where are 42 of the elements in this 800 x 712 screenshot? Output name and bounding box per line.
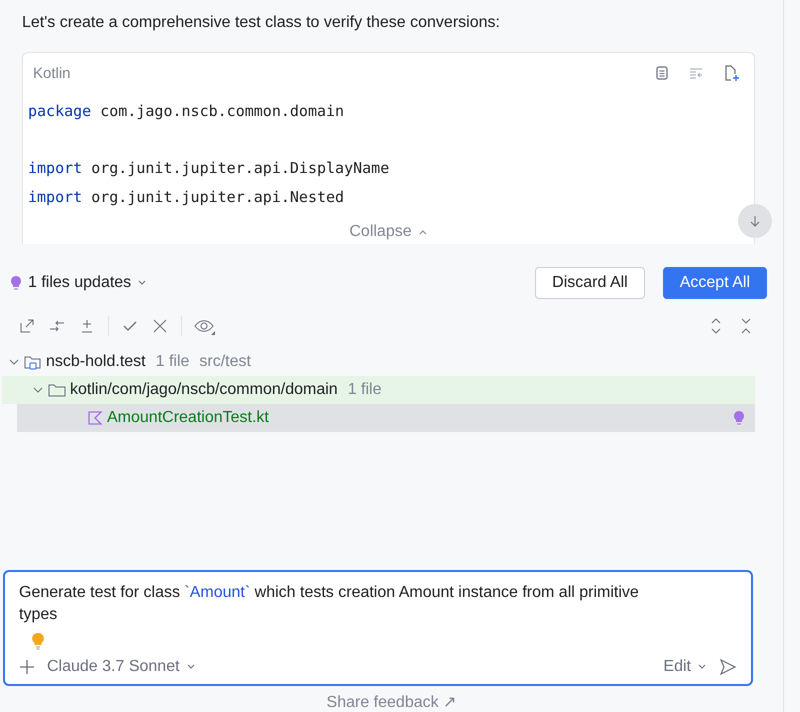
file-count: 1 file (348, 381, 382, 399)
close-icon[interactable] (151, 317, 169, 335)
add-icon[interactable] (19, 659, 35, 675)
tree-row[interactable]: kotlin/com/jago/nscb/common/domain 1 file (2, 376, 755, 404)
code-language: Kotlin (33, 64, 71, 82)
copy-icon[interactable] (654, 65, 670, 81)
model-selector[interactable]: Claude 3.7 Sonnet (47, 658, 196, 676)
tree-item-name: AmountCreationTest.kt (107, 409, 269, 427)
arrow-down-icon (748, 214, 762, 228)
caret-down-icon (137, 279, 148, 287)
caret-up-icon (418, 228, 428, 236)
code-text: com.jago.nscb.common.domain (99, 102, 344, 120)
prompt-input[interactable]: Generate test for class `Amount` which tests creation Amount instance from all primitive types Claude 3.7 Sonnet Edit (3, 570, 753, 686)
module-folder-icon (24, 354, 42, 370)
code-keyword: import (28, 188, 82, 206)
intro-text: Let's create a comprehensive test class to verify these conversions: (22, 14, 501, 33)
tree-item-name: kotlin/com/jago/nscb/common/domain (70, 381, 338, 399)
share-feedback-link[interactable]: Share feedback ↗ (326, 692, 456, 712)
prompt-text: Generate test for class `Amount` which tests creation Amount instance from all primitive types (19, 583, 640, 625)
code-text: org.junit.jupiter.api.Nested (90, 188, 344, 206)
path-text: src/test (199, 353, 251, 371)
lightbulb-icon (733, 410, 745, 426)
code-text: org.junit.jupiter.api.DisplayName (90, 159, 390, 177)
lightbulb-icon[interactable] (31, 632, 45, 650)
file-count: 1 file (156, 353, 190, 371)
code-keyword: import (28, 159, 82, 177)
tree-row[interactable]: AmountCreationTest.kt (17, 404, 755, 432)
code-keyword: package (28, 102, 92, 120)
open-external-icon[interactable] (18, 317, 36, 335)
discard-all-button[interactable]: Discard All (535, 267, 645, 299)
folder-icon (48, 382, 66, 398)
collapse-button[interactable]: Collapse (343, 222, 434, 242)
mode-selector[interactable]: Edit (663, 658, 707, 676)
accept-all-button[interactable]: Accept All (662, 267, 767, 299)
caret-down-icon (186, 663, 196, 671)
tree-item-name: nscb-hold.test (46, 353, 146, 371)
files-updates-dropdown[interactable]: 1 files updates (28, 274, 148, 292)
lightbulb-icon (10, 275, 22, 291)
caret-down-icon (697, 663, 707, 671)
tree-row[interactable]: nscb-hold.test 1 file src/test (2, 348, 755, 376)
send-icon[interactable] (719, 658, 737, 676)
kotlin-file-icon (87, 410, 103, 426)
